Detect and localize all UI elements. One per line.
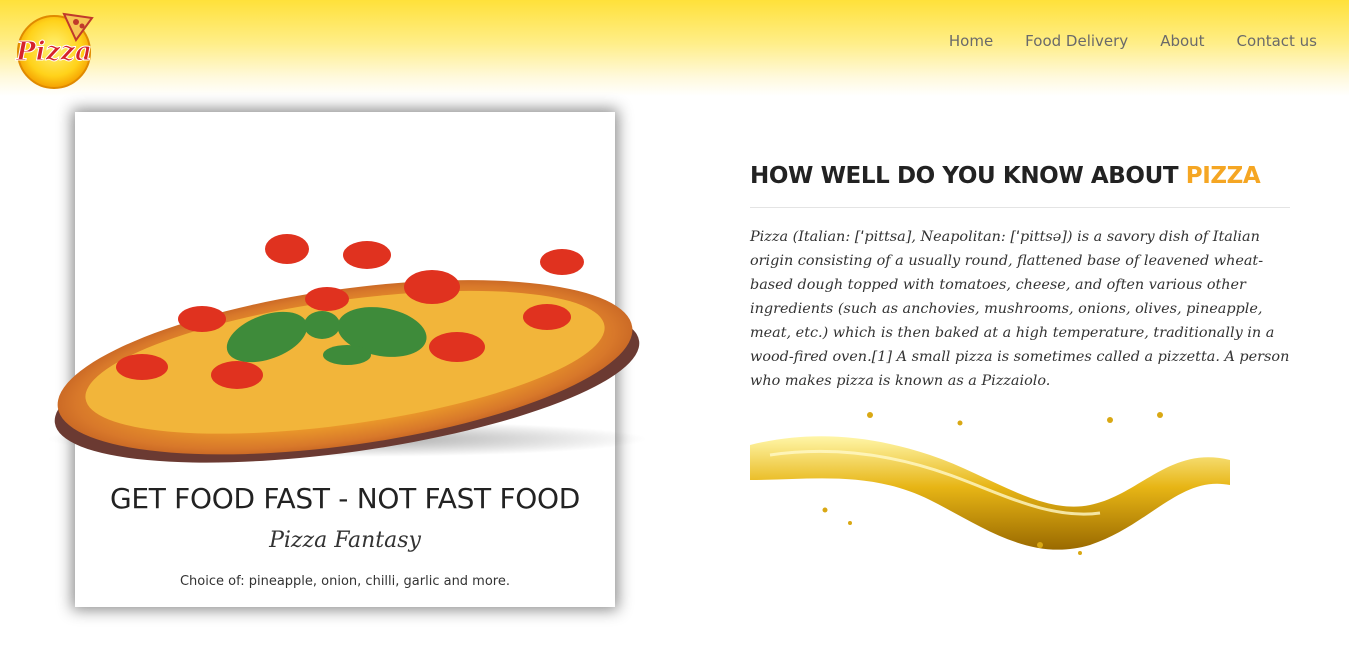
logo-text: Pizza xyxy=(15,37,92,67)
site-header: Pizza Home Food Delivery About Contact u… xyxy=(0,0,1349,96)
main-nav: Home Food Delivery About Contact us xyxy=(917,32,1317,50)
about-description: Pizza (Italian: [ˈpittsa], Neapolitan: [… xyxy=(750,229,1290,389)
pizza-logo[interactable]: Pizza xyxy=(14,8,98,90)
promo-card: GET FOOD FAST - NOT FAST FOOD Pizza Fant… xyxy=(47,112,647,607)
about-heading-accent: PIZZA xyxy=(1185,163,1261,189)
nav-about-link[interactable]: About xyxy=(1160,32,1204,50)
promo-description: Choice of: pineapple, onion, chilli, gar… xyxy=(179,574,510,589)
section-divider xyxy=(750,207,1290,208)
olive-oil-splash-image xyxy=(750,412,1230,555)
nav-food-delivery-link[interactable]: Food Delivery xyxy=(1025,32,1128,50)
about-heading: HOW WELL DO YOU KNOW ABOUT PIZZA xyxy=(750,163,1290,189)
promo-title: GET FOOD FAST - NOT FAST FOOD xyxy=(109,482,580,515)
promo-subtitle: Pizza Fantasy xyxy=(269,528,421,553)
nav-contact-link[interactable]: Contact us xyxy=(1237,32,1317,50)
about-heading-text: HOW WELL DO YOU KNOW ABOUT xyxy=(750,163,1186,189)
nav-home-link[interactable]: Home xyxy=(949,32,993,50)
